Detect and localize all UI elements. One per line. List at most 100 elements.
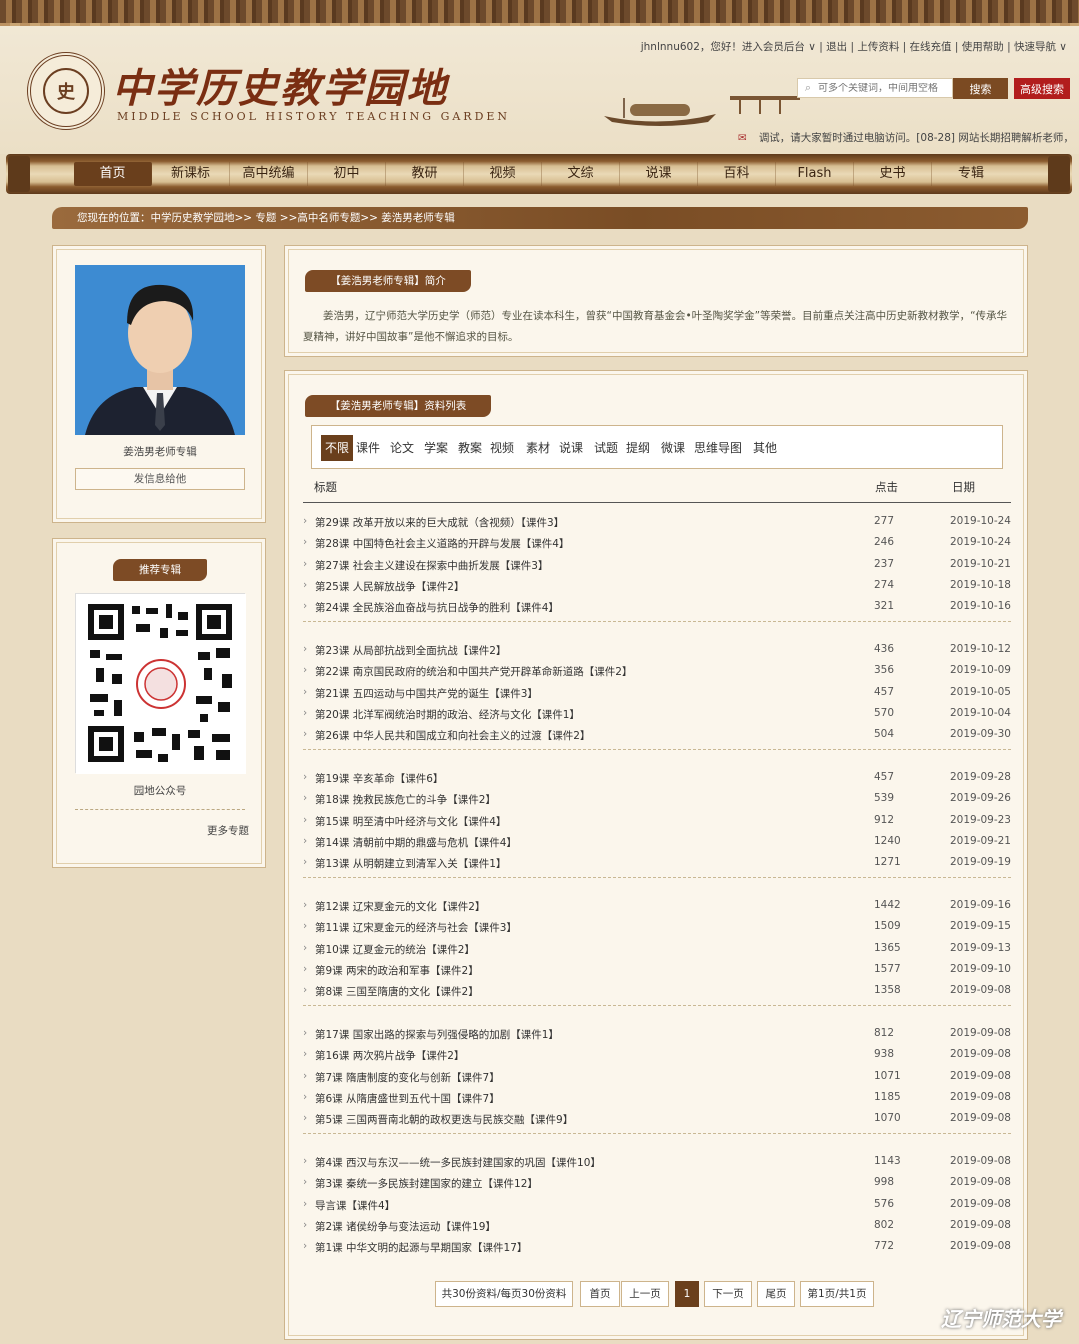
row-title-link[interactable]: 第12课 辽宋夏金元的文化【课件2】 xyxy=(303,899,485,914)
table-row[interactable]: 第13课 从明朝建立到清军入关【课件1】 1271 2019-09-19 xyxy=(303,852,1011,873)
row-title-link[interactable]: 第16课 两次鸦片战争【课件2】 xyxy=(303,1048,464,1063)
table-row[interactable]: 第15课 明至清中叶经济与文化【课件4】 912 2019-09-23 xyxy=(303,810,1011,831)
filter-lesson-talk[interactable]: 说课 xyxy=(558,435,584,461)
nav-item-video[interactable]: 视频 xyxy=(464,162,542,186)
table-row[interactable]: 第9课 两宋的政治和军事【课件2】 1577 2019-09-10 xyxy=(303,959,1011,980)
filter-material[interactable]: 素材 xyxy=(525,435,551,461)
row-title-link[interactable]: 第6课 从隋唐盛世到五代十国【课件7】 xyxy=(303,1091,500,1106)
row-title-link[interactable]: 第29课 改革开放以来的巨大成就（含视频）【课件3】 xyxy=(303,515,564,530)
table-row[interactable]: 第12课 辽宋夏金元的文化【课件2】 1442 2019-09-16 xyxy=(303,895,1011,916)
row-title-link[interactable]: 第10课 辽夏金元的统治【课件2】 xyxy=(303,942,475,957)
nav-item-liberal-arts[interactable]: 文综 xyxy=(542,162,620,186)
filter-study-plan[interactable]: 学案 xyxy=(423,435,449,461)
table-row[interactable]: 第20课 北洋军阀统治时期的政治、经济与文化【课件1】 570 2019-10-04 xyxy=(303,703,1011,724)
pager-prev[interactable]: 上一页 xyxy=(621,1281,669,1307)
table-row[interactable]: 第5课 三国两晋南北朝的政权更迭与民族交融【课件9】 1070 2019-09-08 xyxy=(303,1108,1011,1129)
more-albums-link[interactable]: 更多专题 xyxy=(207,823,249,838)
row-title-link[interactable]: 第17课 国家出路的探索与列强侵略的加剧【课件1】 xyxy=(303,1027,559,1042)
row-title-link[interactable]: 第14课 清朝前中期的鼎盛与危机【课件4】 xyxy=(303,835,517,850)
notice-marquee[interactable]: ✉ 调试，请大家暂时通过电脑访问。[08-28] 网站长期招聘解析老师， xyxy=(738,130,1068,145)
breadcrumb[interactable]: 您现在的位置：中学历史教学园地>> 专题 >>高中名师专题>> 姜浩男老师专辑 xyxy=(52,207,1028,229)
table-row[interactable]: 第1课 中华文明的起源与早期国家【课件17】 772 2019-09-08 xyxy=(303,1236,1011,1257)
pager-last[interactable]: 尾页 xyxy=(757,1281,795,1307)
table-row[interactable]: 第17课 国家出路的探索与列强侵略的加剧【课件1】 812 2019-09-08 xyxy=(303,1023,1011,1044)
row-title-link[interactable]: 第2课 诸侯纷争与变法运动【课件19】 xyxy=(303,1219,496,1234)
row-title-link[interactable]: 第28课 中国特色社会主义道路的开辟与发展【课件4】 xyxy=(303,536,569,551)
site-title[interactable]: 中学历史教学园地 xyxy=(112,56,448,114)
row-title-link[interactable]: 第8课 三国至隋唐的文化【课件2】 xyxy=(303,984,479,999)
row-title-link[interactable]: 第26课 中华人民共和国成立和向社会主义的过渡【课件2】 xyxy=(303,728,590,743)
row-title-link[interactable]: 第5课 三国两晋南北朝的政权更迭与民族交融【课件9】 xyxy=(303,1112,573,1127)
row-title-link[interactable]: 第20课 北洋军阀统治时期的政治、经济与文化【课件1】 xyxy=(303,707,580,722)
filter-exam[interactable]: 试题 xyxy=(593,435,619,461)
send-message-button[interactable]: 发信息给他 xyxy=(75,468,245,490)
table-row[interactable]: 第28课 中国特色社会主义道路的开辟与发展【课件4】 246 2019-10-24 xyxy=(303,532,1011,553)
filter-outline[interactable]: 提纲 xyxy=(625,435,651,461)
row-title-link[interactable]: 第18课 挽救民族危亡的斗争【课件2】 xyxy=(303,792,496,807)
table-row[interactable]: 第26课 中华人民共和国成立和向社会主义的过渡【课件2】 504 2019-09-3… xyxy=(303,724,1011,745)
nav-item-flash[interactable]: Flash xyxy=(776,162,854,186)
table-row[interactable]: 第10课 辽夏金元的统治【课件2】 1365 2019-09-13 xyxy=(303,938,1011,959)
nav-item-unified-senior[interactable]: 高中统编 xyxy=(230,162,308,186)
row-title-link[interactable]: 第11课 辽宋夏金元的经济与社会【课件3】 xyxy=(303,920,517,935)
search-input[interactable] xyxy=(818,82,948,94)
row-title-link[interactable]: 导言课【课件4】 xyxy=(303,1198,395,1213)
table-row[interactable]: 第22课 南京国民政府的统治和中国共产党开辟革命新道路【课件2】 356 2019-… xyxy=(303,660,1011,681)
row-title-link[interactable]: 第23课 从局部抗战到全面抗战【课件2】 xyxy=(303,643,506,658)
table-row[interactable]: 第24课 全民族浴血奋战与抗日战争的胜利【课件4】 321 2019-10-16 xyxy=(303,596,1011,617)
filter-all[interactable]: 不限 xyxy=(321,435,353,461)
row-title-link[interactable]: 第21课 五四运动与中国共产党的诞生【课件3】 xyxy=(303,686,538,701)
row-title-link[interactable]: 第24课 全民族浴血奋战与抗日战争的胜利【课件4】 xyxy=(303,600,559,615)
table-row[interactable]: 第18课 挽救民族危亡的斗争【课件2】 539 2019-09-26 xyxy=(303,788,1011,809)
filter-mind-map[interactable]: 思维导图 xyxy=(692,435,744,461)
table-row[interactable]: 第27课 社会主义建设在探索中曲折发展【课件3】 237 2019-10-21 xyxy=(303,554,1011,575)
filter-video[interactable]: 视频 xyxy=(489,435,515,461)
filter-courseware[interactable]: 课件 xyxy=(355,435,381,461)
table-row[interactable]: 第19课 辛亥革命【课件6】 457 2019-09-28 xyxy=(303,767,1011,788)
row-title-link[interactable]: 第25课 人民解放战争【课件2】 xyxy=(303,579,464,594)
filter-paper[interactable]: 论文 xyxy=(389,435,415,461)
table-row[interactable]: 第8课 三国至隋唐的文化【课件2】 1358 2019-09-08 xyxy=(303,980,1011,1001)
nav-item-history-books[interactable]: 史书 xyxy=(854,162,932,186)
table-row[interactable]: 导言课【课件4】 576 2019-09-08 xyxy=(303,1194,1011,1215)
pager-first[interactable]: 首页 xyxy=(580,1281,620,1307)
filter-micro-lesson[interactable]: 微课 xyxy=(660,435,686,461)
row-title-link[interactable]: 第15课 明至清中叶经济与文化【课件4】 xyxy=(303,814,506,829)
table-row[interactable]: 第25课 人民解放战争【课件2】 274 2019-10-18 xyxy=(303,575,1011,596)
table-row[interactable]: 第3课 秦统一多民族封建国家的建立【课件12】 998 2019-09-08 xyxy=(303,1172,1011,1193)
row-title-link[interactable]: 第27课 社会主义建设在探索中曲折发展【课件3】 xyxy=(303,558,548,573)
nav-item-junior[interactable]: 初中 xyxy=(308,162,386,186)
row-title-link[interactable]: 第1课 中华文明的起源与早期国家【课件17】 xyxy=(303,1240,527,1255)
site-logo-seal[interactable]: 史 xyxy=(27,52,105,130)
row-title-link[interactable]: 第19课 辛亥革命【课件6】 xyxy=(303,771,443,786)
pager-next[interactable]: 下一页 xyxy=(704,1281,752,1307)
table-row[interactable]: 第14课 清朝前中期的鼎盛与危机【课件4】 1240 2019-09-21 xyxy=(303,831,1011,852)
nav-item-new-curriculum[interactable]: 新课标 xyxy=(152,162,230,186)
advanced-search-button[interactable]: 高级搜索 xyxy=(1014,78,1070,99)
table-row[interactable]: 第6课 从隋唐盛世到五代十国【课件7】 1185 2019-09-08 xyxy=(303,1087,1011,1108)
nav-item-home[interactable]: 首页 xyxy=(74,162,152,186)
nav-item-albums[interactable]: 专辑 xyxy=(932,162,1010,186)
row-title-link[interactable]: 第3课 秦统一多民族封建国家的建立【课件12】 xyxy=(303,1176,538,1191)
table-row[interactable]: 第7课 隋唐制度的变化与创新【课件7】 1071 2019-09-08 xyxy=(303,1066,1011,1087)
pager-current[interactable]: 1 xyxy=(675,1281,699,1307)
row-title-link[interactable]: 第22课 南京国民政府的统治和中国共产党开辟革命新道路【课件2】 xyxy=(303,664,632,679)
nav-item-encyclopedia[interactable]: 百科 xyxy=(698,162,776,186)
search-button[interactable]: 搜索 xyxy=(953,78,1008,99)
table-row[interactable]: 第23课 从局部抗战到全面抗战【课件2】 436 2019-10-12 xyxy=(303,639,1011,660)
user-bar[interactable]: jhnlnnu602，您好！进入会员后台 ∨ | 退出 | 上传资料 | 在线充… xyxy=(641,39,1067,54)
table-row[interactable]: 第4课 西汉与东汉——统一多民族封建国家的巩固【课件10】 1143 2019-09… xyxy=(303,1151,1011,1172)
filter-other[interactable]: 其他 xyxy=(752,435,778,461)
table-row[interactable]: 第29课 改革开放以来的巨大成就（含视频）【课件3】 277 2019-10-24 xyxy=(303,511,1011,532)
row-title-link[interactable]: 第9课 两宋的政治和军事【课件2】 xyxy=(303,963,479,978)
row-title-link[interactable]: 第7课 隋唐制度的变化与创新【课件7】 xyxy=(303,1070,500,1085)
table-row[interactable]: 第21课 五四运动与中国共产党的诞生【课件3】 457 2019-10-05 xyxy=(303,682,1011,703)
nav-item-lesson-talk[interactable]: 说课 xyxy=(620,162,698,186)
table-row[interactable]: 第16课 两次鸦片战争【课件2】 938 2019-09-08 xyxy=(303,1044,1011,1065)
row-title-link[interactable]: 第4课 西汉与东汉——统一多民族封建国家的巩固【课件10】 xyxy=(303,1155,601,1170)
row-title-link[interactable]: 第13课 从明朝建立到清军入关【课件1】 xyxy=(303,856,506,871)
table-row[interactable]: 第2课 诸侯纷争与变法运动【课件19】 802 2019-09-08 xyxy=(303,1215,1011,1236)
table-row[interactable]: 第11课 辽宋夏金元的经济与社会【课件3】 1509 2019-09-15 xyxy=(303,916,1011,937)
filter-teaching-plan[interactable]: 教案 xyxy=(457,435,483,461)
nav-item-research[interactable]: 教研 xyxy=(386,162,464,186)
